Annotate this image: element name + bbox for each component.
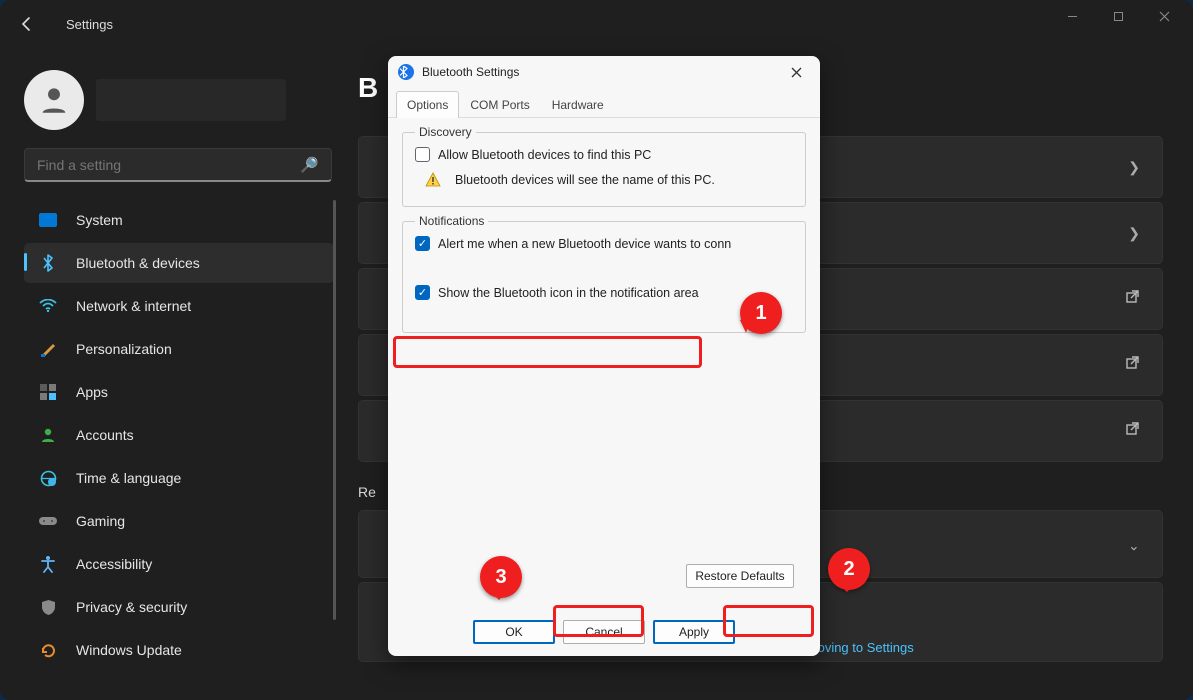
- callout-1: 1: [740, 292, 782, 334]
- open-external-icon: [1125, 421, 1140, 441]
- callout-number: 1: [755, 302, 766, 325]
- search-icon: 🔍: [300, 156, 319, 174]
- bluetooth-settings-dialog: Bluetooth Settings Options COM Ports Har…: [388, 56, 820, 656]
- chevron-right-icon: ❯: [1128, 159, 1140, 176]
- show-bt-icon-checkbox[interactable]: ✓ Show the Bluetooth icon in the notific…: [415, 285, 793, 300]
- wifi-icon: [38, 296, 58, 316]
- tab-hardware[interactable]: Hardware: [541, 91, 615, 118]
- discovery-note-text: Bluetooth devices will see the name of t…: [455, 173, 715, 187]
- sidebar-item-personalization[interactable]: Personalization: [24, 329, 334, 369]
- checkbox-icon: ✓: [415, 285, 430, 300]
- sidebar-item-bluetooth[interactable]: Bluetooth & devices: [24, 243, 334, 283]
- callout-3: 3: [480, 556, 522, 598]
- notifications-legend: Notifications: [415, 214, 488, 228]
- cancel-button[interactable]: Cancel: [563, 620, 645, 644]
- sidebar-item-gaming[interactable]: Gaming: [24, 501, 334, 541]
- bluetooth-icon: [398, 64, 414, 80]
- person-icon: [38, 425, 58, 445]
- shield-icon: [38, 597, 58, 617]
- sidebar-item-label: Gaming: [76, 513, 125, 529]
- monitor-icon: [38, 210, 58, 230]
- sidebar-item-accessibility[interactable]: Accessibility: [24, 544, 334, 584]
- accessibility-icon: [38, 554, 58, 574]
- tab-options[interactable]: Options: [396, 91, 459, 118]
- gamepad-icon: [38, 511, 58, 531]
- open-external-icon: [1125, 289, 1140, 309]
- paintbrush-icon: [38, 339, 58, 359]
- restore-defaults-button[interactable]: Restore Defaults: [686, 564, 794, 588]
- allow-discovery-checkbox[interactable]: Allow Bluetooth devices to find this PC: [415, 147, 793, 162]
- sidebar-item-label: System: [76, 212, 123, 228]
- chevron-up-icon: ⌃: [1128, 536, 1140, 553]
- alert-new-device-checkbox[interactable]: ✓ Alert me when a new Bluetooth device w…: [415, 236, 793, 251]
- sidebar-item-privacy[interactable]: Privacy & security: [24, 587, 334, 627]
- discovery-group: Discovery Allow Bluetooth devices to fin…: [402, 132, 806, 207]
- settings-window: Settings 🔍 System: [0, 0, 1193, 700]
- sidebar-item-label: Bluetooth & devices: [76, 255, 200, 271]
- dialog-title: Bluetooth Settings: [422, 65, 782, 79]
- ok-button[interactable]: OK: [473, 620, 555, 644]
- update-icon: [38, 640, 58, 660]
- sidebar-item-label: Accessibility: [76, 556, 152, 572]
- avatar: [24, 70, 84, 130]
- dialog-close-button[interactable]: [782, 58, 810, 86]
- sidebar-item-label: Apps: [76, 384, 108, 400]
- close-button[interactable]: [1141, 0, 1187, 32]
- checkbox-label: Alert me when a new Bluetooth device wan…: [438, 237, 731, 251]
- dialog-action-buttons: OK Cancel Apply: [388, 620, 820, 644]
- checkbox-icon: [415, 147, 430, 162]
- back-button[interactable]: [10, 7, 44, 41]
- bluetooth-icon: [38, 253, 58, 273]
- callout-number: 3: [495, 566, 506, 589]
- sidebar: 🔍 System Bluetooth & devices Network & i…: [24, 70, 334, 673]
- apply-button[interactable]: Apply: [653, 620, 735, 644]
- dialog-tabs: Options COM Ports Hardware: [388, 90, 820, 118]
- nav-scrollbar[interactable]: [333, 200, 336, 620]
- chevron-right-icon: ❯: [1128, 225, 1140, 242]
- sidebar-item-system[interactable]: System: [24, 200, 334, 240]
- sidebar-item-label: Accounts: [76, 427, 134, 443]
- sidebar-item-label: Time & language: [76, 470, 181, 486]
- search-input[interactable]: [37, 157, 300, 173]
- checkbox-label: Show the Bluetooth icon in the notificat…: [438, 286, 699, 300]
- tab-com-ports[interactable]: COM Ports: [459, 91, 540, 118]
- globe-clock-icon: [38, 468, 58, 488]
- maximize-button[interactable]: [1095, 0, 1141, 32]
- callout-number: 2: [843, 558, 854, 581]
- titlebar: Settings: [0, 0, 1193, 48]
- sidebar-item-label: Network & internet: [76, 298, 191, 314]
- app-title: Settings: [66, 17, 113, 32]
- checkbox-icon: ✓: [415, 236, 430, 251]
- sidebar-item-update[interactable]: Windows Update: [24, 630, 334, 670]
- discovery-legend: Discovery: [415, 125, 476, 139]
- profile-info-redacted: [96, 79, 286, 121]
- sidebar-item-network[interactable]: Network & internet: [24, 286, 334, 326]
- restore-defaults: Restore Defaults: [686, 564, 794, 588]
- sidebar-item-label: Windows Update: [76, 642, 182, 658]
- minimize-button[interactable]: [1049, 0, 1095, 32]
- search-box[interactable]: 🔍: [24, 148, 332, 182]
- nav: System Bluetooth & devices Network & int…: [24, 200, 334, 670]
- sidebar-item-label: Privacy & security: [76, 599, 187, 615]
- sidebar-item-accounts[interactable]: Accounts: [24, 415, 334, 455]
- sidebar-item-label: Personalization: [76, 341, 172, 357]
- callout-2: 2: [828, 548, 870, 590]
- checkbox-label: Allow Bluetooth devices to find this PC: [438, 148, 651, 162]
- open-external-icon: [1125, 355, 1140, 375]
- sidebar-item-time[interactable]: Time & language: [24, 458, 334, 498]
- warning-icon: [425, 172, 441, 188]
- profile[interactable]: [24, 70, 334, 130]
- discovery-note: Bluetooth devices will see the name of t…: [425, 172, 793, 188]
- apps-icon: [38, 382, 58, 402]
- sidebar-item-apps[interactable]: Apps: [24, 372, 334, 412]
- dialog-titlebar: Bluetooth Settings: [388, 56, 820, 88]
